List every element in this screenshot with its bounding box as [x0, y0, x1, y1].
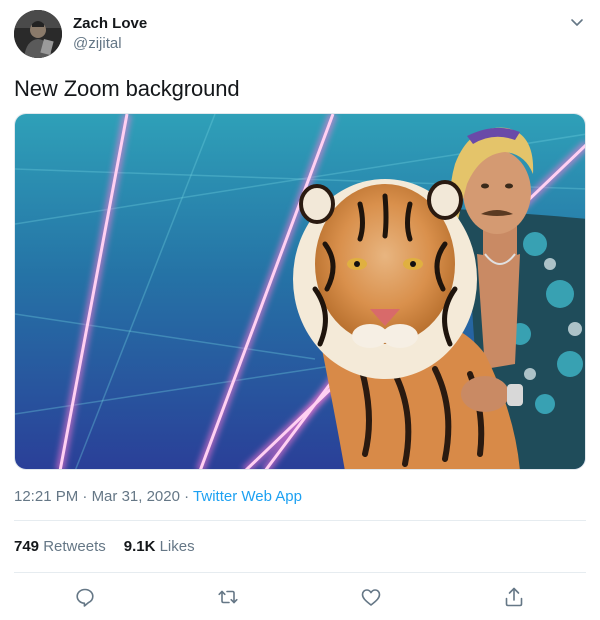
user-name[interactable]: Zach Love	[73, 15, 147, 32]
divider	[14, 520, 586, 521]
tweet-timestamp: 12:21 PM · Mar 31, 2020 · Twitter Web Ap…	[14, 488, 302, 505]
tweet-date[interactable]: Mar 31, 2020	[92, 488, 180, 505]
likes-count: 9.1K	[123, 538, 156, 555]
heart-icon[interactable]	[359, 585, 383, 609]
retweet-icon[interactable]	[216, 585, 240, 609]
tweet-time[interactable]: 12:21 PM	[14, 488, 78, 505]
meta-separator: ·	[184, 488, 190, 505]
tiger-man-neon-grid-photo	[15, 114, 585, 469]
divider	[14, 572, 586, 573]
likes-label: Likes	[159, 538, 195, 555]
tweet-text: New Zoom background	[14, 76, 240, 101]
retweets-label: Retweets	[43, 538, 106, 555]
retweets-count: 749	[14, 538, 40, 555]
tweet-media[interactable]	[14, 113, 586, 470]
profile-photo-icon	[14, 10, 62, 58]
user-handle[interactable]: @zijital	[73, 35, 122, 52]
meta-separator: ·	[82, 488, 88, 505]
tweet-stats: 749 Retweets 9.1K Likes	[14, 538, 195, 555]
reply-icon[interactable]	[73, 585, 97, 609]
retweets-stat[interactable]: 749 Retweets	[14, 538, 106, 555]
share-icon[interactable]	[502, 585, 526, 609]
source-app-link[interactable]: Twitter Web App	[193, 488, 302, 505]
tweet: Zach Love @zijital New Zoom background 1…	[0, 0, 600, 620]
chevron-down-icon[interactable]	[567, 12, 587, 32]
likes-stat[interactable]: 9.1K Likes	[124, 538, 195, 555]
avatar[interactable]	[14, 10, 62, 58]
